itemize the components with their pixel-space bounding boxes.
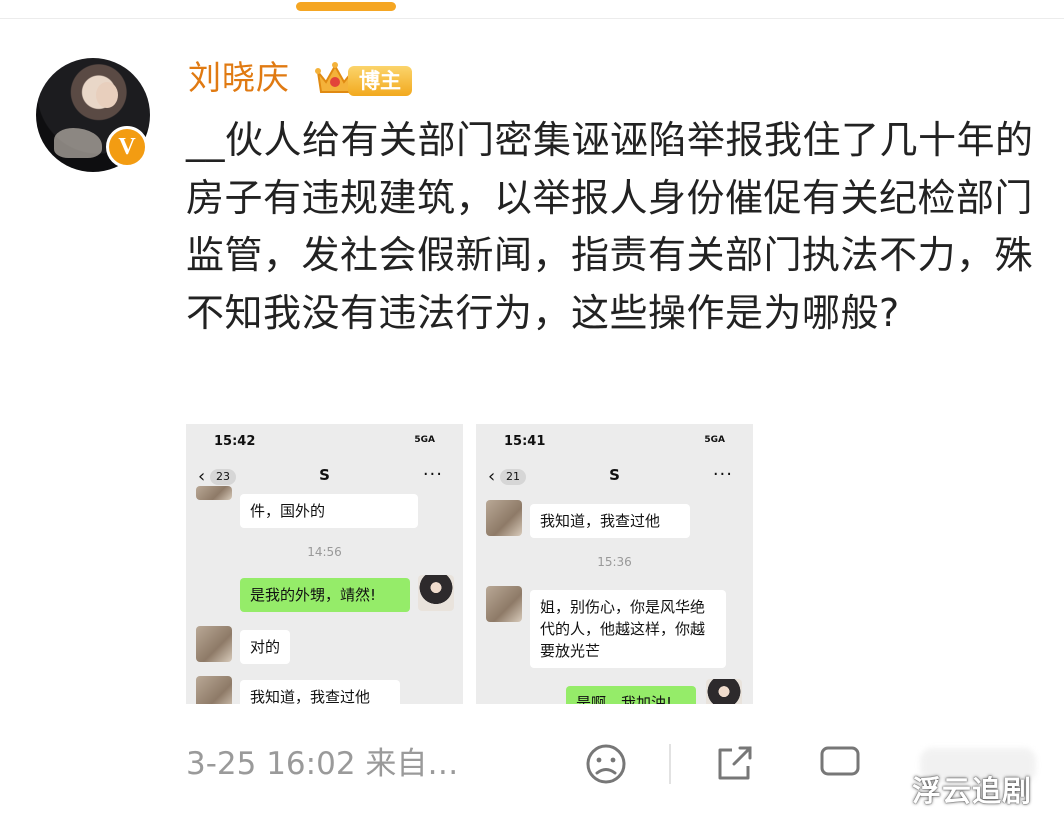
more-icon: ···	[422, 464, 443, 485]
sad-face-icon[interactable]	[584, 742, 628, 786]
contact-avatar	[486, 586, 522, 622]
contact-avatar	[196, 626, 232, 662]
message-bubble-sent: 是啊，我加油!	[566, 686, 696, 704]
divider	[0, 18, 1064, 19]
more-icon: ···	[712, 464, 733, 485]
comment-icon[interactable]	[818, 742, 862, 786]
message-bubble: 我知道，我查过他	[240, 680, 400, 704]
my-avatar	[418, 575, 454, 611]
post-meta: 3-25 16:02 来自…	[186, 746, 459, 782]
status-bar: 15:42 5GA	[186, 432, 463, 454]
message-bubble: 对的	[240, 630, 291, 664]
top-scroll-indicator	[296, 2, 396, 11]
share-icon[interactable]	[712, 742, 756, 786]
message-bubble: 件，国外的	[240, 494, 418, 528]
signal-icon: 5GA	[704, 435, 725, 445]
contact-avatar	[196, 486, 232, 500]
contact-avatar	[196, 676, 232, 704]
message-bubble-sent: 是我的外甥，靖然!	[240, 578, 410, 612]
username[interactable]: 刘晓庆	[188, 56, 290, 100]
status-bar: 15:41 5GA	[476, 432, 753, 454]
post-text: __伙人给有关部门密集诬诬陷举报我住了几十年的房子有违规建筑，以举报人身份催促有…	[186, 118, 1034, 335]
divider	[669, 744, 671, 784]
post-footer: 3-25 16:02 来自…	[0, 740, 1064, 790]
timestamp: 14:56	[307, 545, 342, 559]
blogger-badge[interactable]: 博主	[314, 60, 414, 98]
avatar-face	[96, 82, 118, 108]
verified-badge-icon: V	[106, 126, 148, 168]
my-avatar	[706, 679, 742, 704]
chat-name: S	[609, 466, 620, 484]
chat-name: S	[319, 466, 330, 484]
chat-screenshot-1[interactable]: 15:42 5GA ‹ 23 S ··· 件，国外的 14:56 是我的外甥，靖…	[186, 424, 463, 704]
message-bubble: 我知道，我查过他	[530, 504, 690, 538]
watermark: 浮云追剧	[912, 774, 1033, 808]
timestamp: 15:36	[597, 555, 632, 569]
blogger-badge-label: 博主	[348, 66, 412, 96]
avatar-decor	[54, 128, 102, 158]
contact-avatar	[486, 500, 522, 536]
message-bubble: 姐，别伤心，你是风华绝代的人，他越这样，你越要放光芒	[530, 590, 726, 668]
signal-icon: 5GA	[414, 435, 435, 445]
chat-header: ‹ 21 S ···	[476, 464, 753, 494]
status-time: 15:41	[504, 434, 546, 449]
status-time: 15:42	[214, 434, 256, 449]
chat-screenshot-2[interactable]: 15:41 5GA ‹ 21 S ··· 我知道，我查过他 15:36 姐，别伤…	[476, 424, 753, 704]
